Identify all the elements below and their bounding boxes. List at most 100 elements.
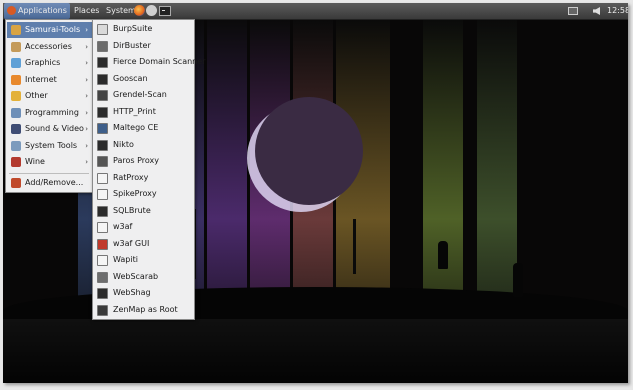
terminal-icon bbox=[97, 57, 108, 68]
blank-icon bbox=[97, 222, 108, 233]
submenu-arrow-icon: › bbox=[85, 92, 88, 100]
firefox-launcher-icon[interactable] bbox=[134, 5, 145, 16]
desktop-screen: Applications Places System 12:58 Samurai… bbox=[3, 3, 628, 383]
display-icon[interactable] bbox=[568, 7, 578, 15]
add-remove-menu-item[interactable]: Add/Remove... bbox=[7, 175, 92, 191]
volume-icon[interactable] bbox=[593, 7, 600, 15]
samurai-silhouette bbox=[513, 263, 523, 297]
samurai-tool-label: Fierce Domain Scanner bbox=[113, 57, 206, 66]
samurai-tool-label: DirBuster bbox=[113, 40, 151, 50]
terminal-launcher-icon[interactable] bbox=[159, 6, 171, 16]
paros-icon bbox=[97, 156, 108, 167]
submenu-arrow-icon: › bbox=[85, 141, 88, 150]
graphics-icon bbox=[11, 58, 21, 68]
apps-menu-item[interactable]: Internet › bbox=[7, 72, 92, 88]
submenu-arrow-icon: › bbox=[85, 75, 88, 84]
apps-menu-item-label: Graphics bbox=[25, 58, 61, 67]
samurai-tool-label: SQLBrute bbox=[113, 205, 151, 215]
burpsuite-icon bbox=[97, 24, 108, 35]
samurai-tool-label: Gooscan bbox=[113, 73, 148, 83]
applications-menu: Samurai-Tools › Accessories › Graphics › Inter… bbox=[5, 19, 94, 193]
samurai-tool-item[interactable]: Wapiti bbox=[94, 252, 193, 268]
samurai-tool-label: BurpSuite bbox=[113, 24, 153, 33]
apps-menu-item[interactable]: Programming › bbox=[7, 105, 92, 121]
apps-menu-item[interactable]: Other › bbox=[7, 88, 92, 104]
apps-menu-item-label: Samurai-Tools bbox=[25, 25, 81, 34]
system-tools-icon bbox=[11, 140, 21, 151]
apps-menu-item[interactable]: Samurai-Tools › bbox=[7, 22, 92, 38]
samurai-tool-item[interactable]: Gooscan bbox=[94, 71, 193, 87]
apps-menu-item[interactable]: Sound & Video › bbox=[7, 121, 92, 137]
samurai-tool-item[interactable]: SQLBrute bbox=[94, 203, 193, 219]
samurai-tool-item[interactable]: ZenMap as Root bbox=[94, 302, 193, 318]
blank-icon bbox=[97, 189, 108, 200]
terminal-icon bbox=[97, 73, 108, 85]
other-icon bbox=[11, 91, 21, 101]
places-menu-button[interactable]: Places bbox=[71, 3, 103, 19]
samurai-tool-label: Paros Proxy bbox=[113, 156, 159, 165]
samurai-tool-label: Wapiti bbox=[113, 255, 138, 264]
apps-menu-item-label: Wine bbox=[25, 157, 45, 166]
samurai-tool-label: Grendel-Scan bbox=[113, 90, 167, 99]
samurai-tool-label: HTTP_Print bbox=[113, 106, 156, 116]
apps-menu-item-label: Accessories bbox=[25, 41, 72, 51]
samurai-tool-item[interactable]: DirBuster bbox=[94, 38, 193, 54]
submenu-arrow-icon: › bbox=[85, 108, 88, 117]
samurai-tool-label: RatProxy bbox=[113, 172, 149, 182]
samurai-tool-label: w3af GUI bbox=[113, 238, 150, 248]
screenshot-frame: Applications Places System 12:58 Samurai… bbox=[0, 0, 633, 390]
programming-icon bbox=[11, 107, 21, 118]
samurai-tool-label: WebScarab bbox=[113, 271, 159, 281]
wine-icon bbox=[11, 157, 21, 167]
folder-icon bbox=[11, 25, 21, 35]
add-remove-icon bbox=[11, 178, 21, 188]
internet-icon bbox=[11, 74, 21, 85]
moon-shadow bbox=[255, 97, 363, 205]
apps-menu-item-label: Other bbox=[25, 91, 48, 100]
ground-reflection bbox=[3, 319, 628, 383]
samurai-tool-label: w3af bbox=[113, 222, 133, 231]
samurai-tool-label: WebShag bbox=[113, 288, 151, 297]
dirbuster-icon bbox=[97, 40, 108, 52]
apps-menu-item-label: Internet bbox=[25, 74, 57, 84]
samurai-tool-item[interactable]: Maltego CE bbox=[94, 120, 193, 136]
apps-menu-item[interactable]: Wine › bbox=[7, 154, 92, 170]
tree-silhouette bbox=[353, 219, 356, 274]
terminal-icon bbox=[97, 288, 108, 299]
terminal-icon bbox=[97, 106, 108, 118]
apps-menu-item[interactable]: Graphics › bbox=[7, 55, 92, 71]
submenu-arrow-icon: › bbox=[85, 42, 88, 51]
blank-icon bbox=[97, 255, 108, 266]
applications-menu-button[interactable]: Applications bbox=[4, 3, 70, 19]
samurai-tool-item[interactable]: Paros Proxy bbox=[94, 153, 193, 169]
samurai-tool-item[interactable]: WebScarab bbox=[94, 269, 193, 285]
samurai-tool-item[interactable]: Nikto bbox=[94, 137, 193, 153]
submenu-arrow-icon: › bbox=[85, 125, 88, 133]
samurai-tool-item[interactable]: HTTP_Print bbox=[94, 104, 193, 120]
zenmap-icon bbox=[97, 304, 108, 316]
sound-video-icon bbox=[11, 124, 21, 134]
submenu-arrow-icon: › bbox=[85, 26, 88, 34]
samurai-tool-item[interactable]: w3af bbox=[94, 219, 193, 235]
system-menu-button[interactable]: System bbox=[103, 3, 137, 19]
terminal-icon bbox=[97, 205, 108, 217]
samurai-tool-item[interactable]: RatProxy bbox=[94, 170, 193, 186]
clock[interactable]: 12:58 bbox=[607, 3, 628, 19]
apps-menu-item[interactable]: System Tools › bbox=[7, 138, 92, 154]
samurai-tool-item[interactable]: WebShag bbox=[94, 285, 193, 301]
menu-separator bbox=[9, 173, 89, 174]
samurai-tool-item[interactable]: SpikeProxy bbox=[94, 186, 193, 202]
apps-menu-item[interactable]: Accessories › bbox=[7, 39, 92, 55]
samurai-tool-item[interactable]: BurpSuite bbox=[94, 21, 193, 37]
webscarab-icon bbox=[97, 271, 108, 283]
w3af-gui-icon bbox=[97, 238, 108, 250]
maltego-icon bbox=[97, 123, 108, 134]
gear-launcher-icon[interactable] bbox=[146, 5, 157, 16]
samurai-tool-item[interactable]: Grendel-Scan bbox=[94, 87, 193, 103]
accessories-icon bbox=[11, 41, 21, 52]
grendel-icon bbox=[97, 90, 108, 101]
apps-menu-item-label: Sound & Video bbox=[25, 124, 84, 133]
samurai-tool-item[interactable]: w3af GUI bbox=[94, 236, 193, 252]
samurai-tools-submenu: BurpSuite DirBuster Fierce Domain Scanner G… bbox=[92, 19, 205, 320]
samurai-tool-item[interactable]: Fierce Domain Scanner bbox=[94, 54, 205, 70]
